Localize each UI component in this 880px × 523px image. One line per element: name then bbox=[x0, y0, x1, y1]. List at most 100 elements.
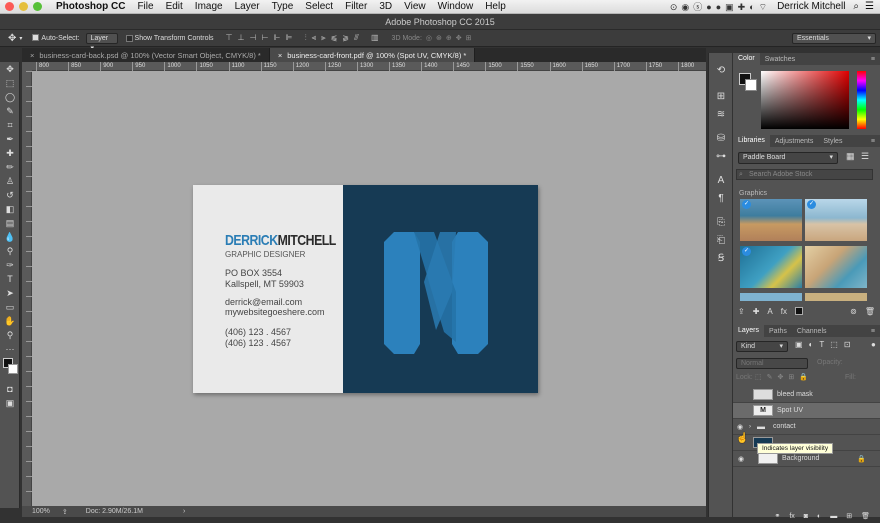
lock-icons[interactable]: ⬚✎✥⊞🔒 bbox=[755, 373, 813, 381]
cc-sync-icon[interactable]: ⊚ bbox=[850, 307, 857, 316]
share-icon[interactable]: ⇪ bbox=[62, 508, 68, 516]
menu-filter[interactable]: Filter bbox=[345, 1, 367, 12]
marquee-tool-icon[interactable]: ⬚ bbox=[0, 76, 20, 90]
menu-help[interactable]: Help bbox=[485, 1, 506, 12]
character-icon[interactable]: A bbox=[709, 171, 733, 189]
grid-view-icon[interactable]: ▦ bbox=[846, 151, 855, 162]
hue-slider[interactable] bbox=[857, 71, 866, 129]
tab-business-card-back[interactable]: × business-card-back.psd @ 100% (Vector S… bbox=[22, 48, 270, 62]
eraser-tool-icon[interactable]: ◧ bbox=[0, 202, 20, 216]
menu-3d[interactable]: 3D bbox=[379, 1, 392, 12]
info-icon[interactable]: ⛁ bbox=[709, 129, 733, 147]
zoom-tool-icon[interactable]: ⚲ bbox=[0, 328, 20, 342]
layer-row[interactable]: bleed mask bbox=[733, 387, 880, 403]
align-icons[interactable]: ⊤⊥⊣⊢⊩⊫ ⫶⫷⫸⫹⫺⫻ ▥ bbox=[226, 33, 384, 43]
blend-mode-dropdown[interactable]: Normal bbox=[736, 358, 808, 369]
close-tab-icon[interactable]: × bbox=[278, 51, 282, 60]
gradient-tool-icon[interactable]: ▤ bbox=[0, 216, 20, 230]
delete-layer-icon[interactable]: 🗑 bbox=[861, 512, 870, 520]
menu-edit[interactable]: Edit bbox=[166, 1, 183, 12]
crop-tool-icon[interactable]: ⌗ bbox=[0, 118, 20, 132]
tab-adjustments[interactable]: Adjustments bbox=[770, 138, 819, 145]
eye-icon[interactable]: ◉ bbox=[737, 423, 749, 431]
new-layer-icon[interactable]: ⊞ bbox=[846, 512, 852, 520]
layer-row[interactable]: ◉ › ▬ contact bbox=[733, 419, 880, 435]
upload-icon[interactable]: ⇪ bbox=[738, 307, 745, 316]
close-window-icon[interactable] bbox=[5, 2, 14, 11]
tab-swatches[interactable]: Swatches bbox=[760, 56, 800, 63]
add-character-style-icon[interactable]: A bbox=[767, 307, 772, 316]
library-thumb-3[interactable]: ✓ bbox=[740, 246, 802, 288]
panel-menu-icon[interactable]: ≡ bbox=[866, 56, 880, 63]
background-color-chip[interactable] bbox=[745, 79, 757, 91]
expand-group-icon[interactable]: › bbox=[749, 424, 757, 430]
tab-styles[interactable]: Styles bbox=[818, 138, 847, 145]
layer-filter-icons[interactable]: ▣◐T⬚⊡ bbox=[795, 340, 857, 349]
library-dropdown[interactable]: Paddle Board ▾ bbox=[738, 152, 838, 164]
paragraph-styles-icon[interactable]: ⎗ bbox=[709, 231, 733, 249]
tab-libraries[interactable]: Libraries bbox=[733, 135, 770, 147]
tab-color[interactable]: Color bbox=[733, 53, 760, 65]
background-color-swatch[interactable] bbox=[8, 364, 18, 374]
screen-mode-icon[interactable]: ▣ bbox=[0, 396, 20, 410]
user-name[interactable]: Derrick Mitchell bbox=[777, 1, 845, 12]
adjustment-layer-icon[interactable]: ◐ bbox=[817, 513, 821, 520]
menu-file[interactable]: File bbox=[137, 1, 153, 12]
app-name[interactable]: Photoshop CC bbox=[56, 1, 125, 12]
minimize-window-icon[interactable] bbox=[19, 2, 28, 11]
library-thumb-5[interactable] bbox=[740, 293, 802, 301]
panel-menu-icon[interactable]: ≡ bbox=[866, 138, 880, 145]
layer-row[interactable]: M Spot UV bbox=[733, 403, 880, 419]
library-thumb-4[interactable] bbox=[805, 246, 867, 288]
search-icon[interactable]: ⌕ bbox=[853, 1, 859, 12]
tab-business-card-front[interactable]: × business-card-front.pdf @ 100% (Spot UV… bbox=[269, 48, 476, 62]
color-field[interactable] bbox=[761, 71, 849, 129]
quick-select-tool-icon[interactable]: ✎ bbox=[0, 104, 20, 118]
filter-toggle-icon[interactable]: ● bbox=[871, 340, 876, 349]
path-select-tool-icon[interactable]: ➤ bbox=[0, 286, 20, 300]
glyphs-icon[interactable]: Ꞩ bbox=[709, 249, 733, 267]
layer-filter-dropdown[interactable]: Kind ▾ bbox=[736, 341, 788, 352]
business-card[interactable]: DERRICKMITCHELL GRAPHIC DESIGNER PO BOX … bbox=[193, 185, 538, 393]
panel-menu-icon[interactable]: ≡ bbox=[866, 328, 880, 335]
auto-select-dropdown[interactable]: Layer ▾ bbox=[85, 32, 118, 52]
library-thumb-6[interactable] bbox=[805, 293, 867, 301]
tool-preset-caret-icon[interactable]: ▾ bbox=[19, 35, 22, 42]
menu-image[interactable]: Image bbox=[195, 1, 223, 12]
pen-tool-icon[interactable]: ✑ bbox=[0, 258, 20, 272]
rectangle-tool-icon[interactable]: ▭ bbox=[0, 300, 20, 314]
adjustments-icon[interactable]: ≋ bbox=[709, 105, 733, 123]
library-thumb-2[interactable]: ✓ bbox=[805, 199, 867, 241]
healing-brush-tool-icon[interactable]: ✚ bbox=[0, 146, 20, 160]
menu-window[interactable]: Window bbox=[438, 1, 474, 12]
add-color-icon[interactable] bbox=[794, 307, 803, 315]
fx-icon[interactable]: fx bbox=[789, 513, 794, 520]
color-swatches-icon[interactable] bbox=[0, 356, 20, 382]
quick-mask-icon[interactable]: ◘ bbox=[0, 382, 20, 396]
blur-tool-icon[interactable]: 💧 bbox=[0, 230, 20, 244]
type-tool-icon[interactable]: T bbox=[0, 272, 20, 286]
workspace-dropdown[interactable]: Essentials ▾ bbox=[792, 32, 876, 44]
close-tab-icon[interactable]: × bbox=[30, 51, 34, 60]
transform-controls-checkbox[interactable] bbox=[125, 34, 133, 42]
history-icon[interactable]: ⟲ bbox=[709, 61, 733, 79]
zoom-level[interactable]: 100% bbox=[32, 508, 50, 515]
list-view-icon[interactable]: ☰ bbox=[861, 151, 869, 162]
menu-list-icon[interactable]: ☰ bbox=[865, 1, 874, 12]
paragraph-icon[interactable]: ¶ bbox=[709, 189, 733, 207]
eyedropper-tool-icon[interactable]: ✒ bbox=[0, 132, 20, 146]
trash-icon[interactable]: 🗑 bbox=[865, 307, 875, 316]
tab-channels[interactable]: Channels bbox=[792, 328, 832, 335]
add-mask-icon[interactable]: ◙ bbox=[804, 513, 808, 520]
stock-search-input[interactable]: ⌕ Search Adobe Stock bbox=[736, 169, 873, 180]
menu-select[interactable]: Select bbox=[305, 1, 333, 12]
properties-icon[interactable]: ⊞ bbox=[709, 87, 733, 105]
lasso-tool-icon[interactable]: ◯ bbox=[0, 90, 20, 104]
tab-paths[interactable]: Paths bbox=[764, 328, 792, 335]
eye-icon[interactable]: ◉ bbox=[738, 455, 758, 463]
link-layers-icon[interactable]: ⚭ bbox=[774, 512, 780, 520]
layer-comps-icon[interactable]: ⊶ bbox=[709, 147, 733, 165]
dodge-tool-icon[interactable]: ⚲ bbox=[0, 244, 20, 258]
character-styles-icon[interactable]: ⎘ bbox=[709, 213, 733, 231]
library-thumb-1[interactable]: ✓ bbox=[740, 199, 802, 241]
